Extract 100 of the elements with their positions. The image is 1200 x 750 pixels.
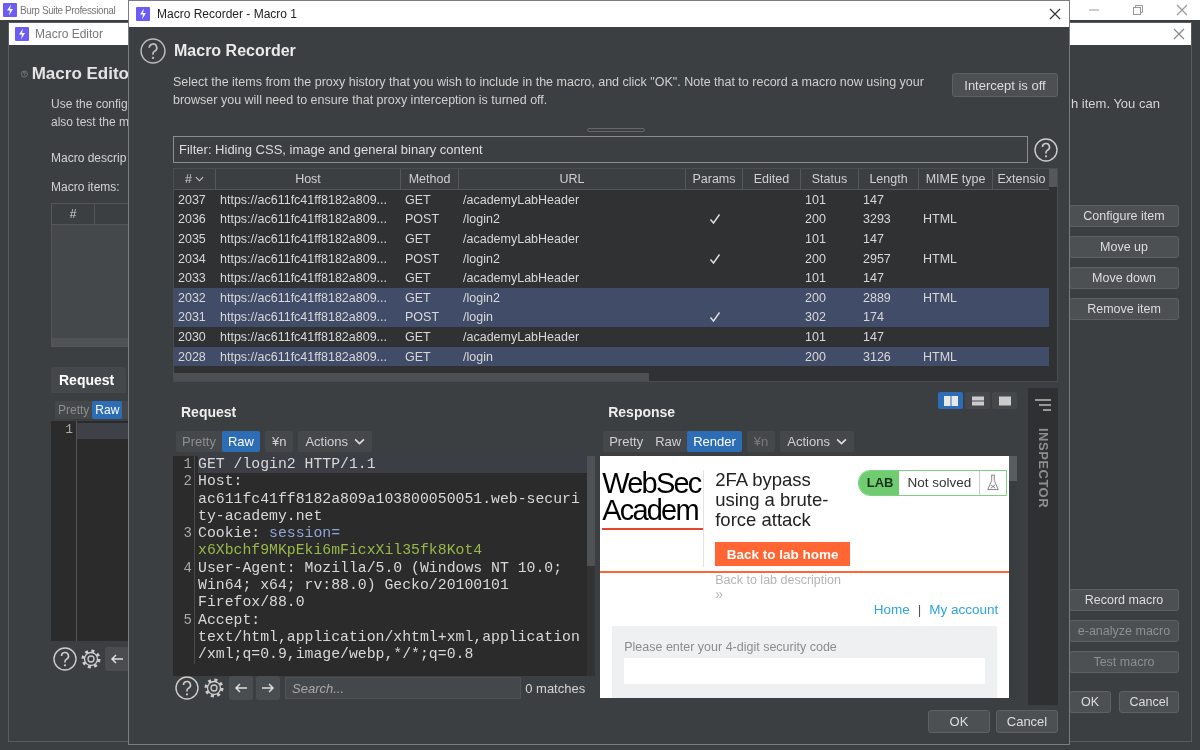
table-cell-text: 101 [804, 329, 827, 344]
table-cell-text: /login [462, 310, 494, 325]
table-cell-text: 2030 [177, 329, 207, 344]
lab-status: Not solved [899, 471, 981, 495]
request-editor[interactable] [173, 456, 596, 676]
dialog-heading: Macro Edito [31, 64, 129, 84]
table-cell-text: https://ac611fc41ff8182a809... [219, 329, 389, 344]
table-cell-text: /login2 [462, 290, 501, 305]
line-number: 2 [173, 473, 195, 526]
request-tab[interactable]: Request [51, 367, 126, 393]
table-cell-text: HTML [922, 349, 959, 364]
line-number: 4 [173, 559, 195, 612]
table-cell-text: 2889 [862, 290, 892, 305]
filter-bar[interactable]: Filter: Hiding CSS, image and general binary content [173, 136, 1028, 163]
restore-icon[interactable] [1132, 4, 1144, 16]
description-text: Use the config [51, 96, 129, 113]
column-header[interactable]: Params [686, 169, 743, 189]
chevron-down-icon [354, 438, 366, 445]
table-cell-text: 200 [804, 349, 827, 364]
column-header[interactable]: MIME type [919, 169, 993, 189]
columns-icon [942, 394, 959, 407]
code-line: Cookie: session= [198, 525, 342, 543]
history-row[interactable]: 2028 https://ac611fc41ff8182a809... GET /login 200 3126 HTML [174, 346, 1049, 367]
panel-heading: Request [180, 404, 237, 422]
table-cell-text: https://ac611fc41ff8182a809... [219, 192, 389, 207]
table-cell-text: https://ac611fc41ff8182a809... [219, 212, 389, 227]
gear-icon[interactable] [202, 676, 226, 700]
code-line: /xml;q=0.9,image/webp,*/*;q=0.8 [198, 646, 475, 664]
help-icon[interactable] [53, 647, 77, 671]
table-cell-text: 101 [804, 271, 827, 286]
column-header[interactable]: Edited [743, 169, 801, 189]
column-header[interactable]: Host [216, 169, 401, 189]
code-line: ty-academy.net [198, 507, 324, 526]
column-header[interactable]: URL [459, 169, 686, 189]
view-tab[interactable]: Raw [649, 431, 688, 452]
newline-toggle[interactable]: ¥n [265, 431, 294, 452]
splitter-handle[interactable] [586, 128, 645, 132]
actions-button[interactable]: Actions [298, 431, 373, 452]
dialog-button[interactable]: OK [1069, 691, 1111, 713]
side-button[interactable]: Remove item [1069, 298, 1179, 320]
history-row[interactable]: 2031 https://ac611fc41ff8182a809... POST /login 302 174 [174, 307, 1049, 328]
view-tab[interactable]: Raw [92, 401, 123, 419]
layout-button[interactable] [938, 392, 964, 409]
column-header[interactable]: # [174, 169, 216, 189]
forward-button[interactable] [256, 676, 280, 700]
code-line: x6Xbchf9MKpEki6mFicxXil35fk8Kot4 [198, 542, 484, 560]
layout-button[interactable] [992, 392, 1018, 409]
layout-button[interactable] [965, 392, 991, 409]
gear-icon[interactable] [79, 647, 103, 671]
code-line: Win64; x64; rv:88.0) Gecko/20100101 [198, 577, 510, 595]
view-tab[interactable]: Raw [221, 431, 260, 452]
close-icon[interactable] [1049, 8, 1061, 20]
actions-button[interactable]: Actions [780, 431, 854, 452]
column-header[interactable]: Length [859, 169, 919, 189]
dialog-button[interactable]: Cancel [1119, 691, 1179, 713]
inspector-tab[interactable]: INSPECTOR [1035, 428, 1051, 509]
scrollbar-thumb[interactable] [1049, 169, 1057, 187]
view-tab[interactable]: Pretty [603, 431, 650, 452]
help-icon[interactable] [140, 38, 166, 64]
table-cell-text: HTML [922, 212, 959, 227]
nav-separator: | [917, 602, 922, 620]
scrollbar-thumb[interactable] [174, 373, 649, 381]
dialog-button[interactable]: Cancel [996, 710, 1058, 733]
macro-button[interactable]: Record macro [1069, 589, 1179, 611]
request-editor[interactable]: 1 [51, 421, 129, 641]
square-icon [996, 394, 1013, 407]
table-cell-text: /academyLabHeader [462, 271, 581, 286]
table-cell-text: 147 [862, 232, 885, 246]
dialog-button[interactable]: OK [928, 710, 990, 733]
view-tab[interactable]: Render [687, 431, 742, 452]
table-cell-text: 2032 [177, 290, 207, 305]
table-cell-text: 101 [804, 232, 827, 246]
search-field[interactable]: Search... [285, 677, 521, 699]
flask-icon [986, 474, 1001, 492]
description-text: Select the items from the proxy history that you wish to include in the macro, and click "OK". Note that to record a macro now using your browser you will need to ensure that proxy interception is turned off. [173, 74, 925, 109]
side-button[interactable]: Configure item [1069, 205, 1179, 227]
column-header[interactable]: Status [801, 169, 859, 189]
table-cell-text: POST [404, 251, 441, 266]
column-header[interactable]: Method [401, 169, 459, 189]
back-button[interactable] [105, 647, 129, 671]
description-text: also test the m [51, 114, 129, 131]
table-cell-text: 2028 [177, 349, 207, 364]
scrollbar-thumb[interactable] [587, 456, 596, 566]
history-row[interactable]: 2032 https://ac611fc41ff8182a809... GET /login2 200 2889 HTML [174, 287, 1049, 308]
line-number: 3 [173, 525, 195, 560]
intercept-button[interactable]: Intercept is off [952, 73, 1058, 97]
side-button[interactable]: Move up [1069, 236, 1179, 258]
scrollbar-thumb[interactable] [1009, 456, 1018, 481]
table-cell-text: 2034 [177, 251, 207, 266]
table-cell-text: 2957 [862, 251, 892, 266]
back-button[interactable] [229, 676, 253, 700]
chevron-down-icon [835, 438, 847, 445]
scrollbar[interactable] [52, 338, 128, 346]
table-cell-text: GET [404, 290, 432, 305]
table-cell-text: /academyLabHeader [462, 329, 581, 344]
code-line: ac611fc41ff8182a809a103800050051.web-securi [198, 490, 581, 508]
menu-icon[interactable] [1034, 398, 1053, 412]
help-icon[interactable] [1034, 137, 1058, 162]
side-button[interactable]: Move down [1069, 267, 1179, 289]
help-icon[interactable] [175, 676, 199, 700]
